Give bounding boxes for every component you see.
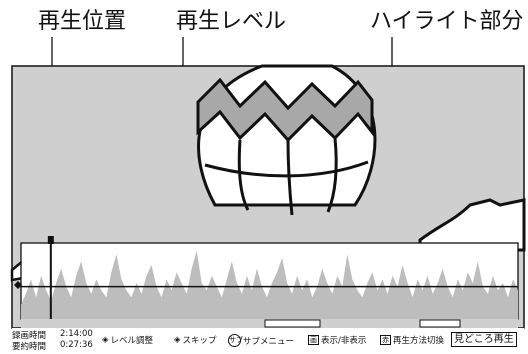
- skip-control[interactable]: ◈ スキップ: [174, 334, 217, 346]
- display-toggle-control[interactable]: 画 表示/非表示: [308, 334, 366, 346]
- skip-label: スキップ: [182, 336, 217, 346]
- sub-menu-control[interactable]: サブ サブメニュー: [228, 334, 294, 347]
- balloon-illustration: [196, 64, 377, 216]
- playback-position-marker[interactable]: [47, 236, 54, 244]
- tv-screen: [10, 37, 526, 329]
- playback-method-label: 再生方法切換: [393, 336, 445, 346]
- summary-time-label: 要約時間: [12, 342, 47, 352]
- digest-play-button[interactable]: 見どころ再生: [451, 332, 517, 347]
- dpad-leftright-icon: ◈: [174, 335, 181, 345]
- recording-time-value: 2:14:00: [60, 329, 93, 339]
- mode-key-icon: 赤: [380, 335, 391, 345]
- status-bar: 録画時間 2:14:00 要約時間 0:27:36 ◈ レベル調整 ◈ スキップ…: [12, 328, 524, 352]
- sub-menu-label: サブメニュー: [243, 336, 295, 347]
- dpad-updown-icon: ◈: [102, 335, 109, 345]
- playback-method-control[interactable]: 赤 再生方法切換: [380, 334, 444, 346]
- level-adjust-control[interactable]: ◈ レベル調整: [102, 334, 153, 346]
- sub-menu-key-icon: サブ: [228, 334, 243, 347]
- level-adjust-label: レベル調整: [110, 336, 154, 346]
- timeline-highlight: [419, 319, 461, 328]
- display-key-icon: 画: [308, 335, 319, 345]
- summary-time-value: 0:27:36: [60, 340, 93, 350]
- display-toggle-label: 表示/非表示: [321, 336, 367, 346]
- timeline-highlight: [264, 319, 321, 328]
